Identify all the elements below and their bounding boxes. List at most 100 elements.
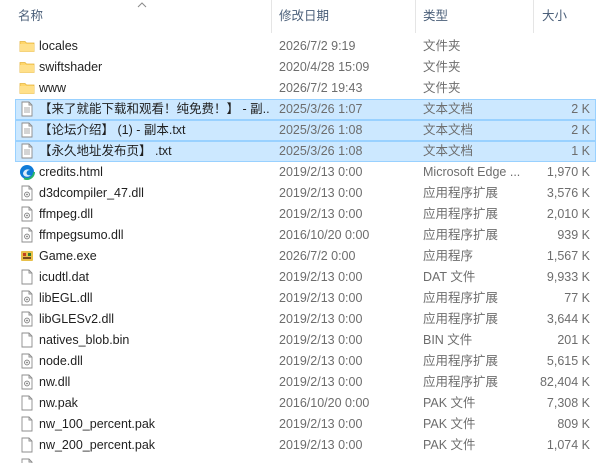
file-type: PAK 文件 [423,417,476,431]
file-type: PAK 文件 [423,438,476,452]
file-size: 9,933 K [546,270,590,284]
column-divider[interactable] [415,0,416,33]
file-row[interactable]: nw_100_percent.pak 2019/2/13 0:00 PAK 文件 80… [0,414,604,435]
file-modified-date: 2019/2/13 0:00 [279,375,363,389]
file-row[interactable]: d3dcompiler_47.dll 2019/2/13 0:00 应用程序扩展 3,… [0,183,604,204]
file-modified-date: 2019/2/13 0:00 [279,417,363,431]
file-type: 文本文档 [423,102,474,116]
column-header-name[interactable]: 名称 [18,0,268,33]
file-type: 文件夹 [423,39,461,53]
file-type: 文本文档 [423,123,474,137]
file-type: 应用程序扩展 [423,186,499,200]
file-name: 【来了就能下载和观看！纯免费！】 - 副... [39,102,269,116]
folder-icon [19,38,35,54]
file-name: Game.exe [39,249,97,263]
file-size [536,36,590,57]
file-row[interactable] [0,456,604,463]
file-name: nw.pak [39,396,78,410]
file-type: 应用程序扩展 [423,207,499,221]
file-type: 文件夹 [423,60,461,74]
file-modified-date: 2019/2/13 0:00 [279,438,363,452]
edge-icon [19,164,35,180]
file-row[interactable]: Game.exe 2026/7/2 0:00 应用程序 1,567 K [0,246,604,267]
file-type: 文本文档 [423,144,474,158]
dll-icon [19,458,35,463]
column-header-date[interactable]: 修改日期 [279,0,409,33]
file-name: 【论坛介绍】 (1) - 副本.txt [39,123,186,137]
file-name: nw.dll [39,375,71,389]
file-row[interactable]: natives_blob.bin 2019/2/13 0:00 BIN 文件 201 … [0,330,604,351]
file-type: Microsoft Edge ... [423,165,521,179]
file-type: PAK 文件 [423,396,476,410]
file-name: www [39,81,67,95]
file-size: 2 K [571,102,590,116]
file-size: 2 K [571,123,590,137]
dll-icon [19,185,35,201]
file-name: locales [39,39,78,53]
file-size: 1,567 K [546,249,590,263]
file-row[interactable]: libGLESv2.dll 2019/2/13 0:00 应用程序扩展 3,644 K [0,309,604,330]
file-type: 应用程序扩展 [423,375,499,389]
file-size: 1 K [571,144,590,158]
file-row[interactable]: swiftshader 2020/4/28 15:09 文件夹 [0,57,604,78]
file-row[interactable]: ffmpegsumo.dll 2016/10/20 0:00 应用程序扩展 939 K [0,225,604,246]
file-modified-date: 2019/2/13 0:00 [279,207,363,221]
file-modified-date [279,456,414,463]
file-row[interactable]: locales 2026/7/2 9:19 文件夹 [0,36,604,57]
file-row[interactable]: libEGL.dll 2019/2/13 0:00 应用程序扩展 77 K [0,288,604,309]
file-size [536,456,590,463]
file-type: 应用程序扩展 [423,291,499,305]
file-row[interactable]: 【来了就能下载和观看！纯免费！】 - 副... 2025/3/26 1:07 文本文… [0,99,604,120]
file-name: libGLESv2.dll [39,312,115,326]
blank-file-icon [19,416,35,432]
file-row[interactable]: nw.pak 2016/10/20 0:00 PAK 文件 7,308 K [0,393,604,414]
file-name: natives_blob.bin [39,333,130,347]
column-divider[interactable] [271,0,272,33]
file-modified-date: 2020/4/28 15:09 [279,60,370,74]
file-size: 82,404 K [539,375,590,389]
file-name: credits.html [39,165,103,179]
file-row[interactable]: nw.dll 2019/2/13 0:00 应用程序扩展 82,404 K [0,372,604,393]
file-modified-date: 2026/7/2 9:19 [279,39,356,53]
text-file-icon [19,122,35,138]
column-header-type[interactable]: 类型 [423,0,528,33]
file-row[interactable]: credits.html 2019/2/13 0:00 Microsoft Edge… [0,162,604,183]
file-name: nw_100_percent.pak [39,417,156,431]
file-name: 【永久地址发布页】 .txt [39,144,172,158]
blank-file-icon [19,332,35,348]
text-file-icon [19,101,35,117]
file-row[interactable]: www 2026/7/2 19:43 文件夹 [0,78,604,99]
file-modified-date: 2026/7/2 0:00 [279,249,356,263]
file-name [39,456,269,463]
file-name: libEGL.dll [39,291,93,305]
file-modified-date: 2019/2/13 0:00 [279,312,363,326]
file-size: 1,970 K [546,165,590,179]
file-row[interactable]: icudtl.dat 2019/2/13 0:00 DAT 文件 9,933 K [0,267,604,288]
file-size: 201 K [557,333,590,347]
file-size: 3,576 K [546,186,590,200]
file-modified-date: 2025/3/26 1:07 [279,102,363,116]
file-size: 2,010 K [546,207,590,221]
file-size: 7,308 K [546,396,590,410]
dll-icon [19,206,35,222]
file-size [536,57,590,78]
file-row[interactable]: ffmpeg.dll 2019/2/13 0:00 应用程序扩展 2,010 K [0,204,604,225]
file-modified-date: 2025/3/26 1:08 [279,144,363,158]
file-size: 939 K [557,228,590,242]
file-row[interactable]: 【论坛介绍】 (1) - 副本.txt 2025/3/26 1:08 文本文档 2 K [0,120,604,141]
blank-file-icon [19,395,35,411]
file-row[interactable]: node.dll 2019/2/13 0:00 应用程序扩展 5,615 K [0,351,604,372]
file-row[interactable]: nw_200_percent.pak 2019/2/13 0:00 PAK 文件 1,… [0,435,604,456]
file-name: swiftshader [39,60,103,74]
file-name: node.dll [39,354,83,368]
file-row[interactable]: 【永久地址发布页】 .txt 2025/3/26 1:08 文本文档 1 K [0,141,604,162]
file-modified-date: 2026/7/2 19:43 [279,81,363,95]
blank-file-icon [19,269,35,285]
dll-icon [19,374,35,390]
column-divider[interactable] [533,0,534,33]
file-type: 文件夹 [423,81,461,95]
file-size [536,78,590,99]
folder-icon [19,80,35,96]
column-header-size[interactable]: 大小 [542,0,597,33]
file-type: 应用程序扩展 [423,354,499,368]
